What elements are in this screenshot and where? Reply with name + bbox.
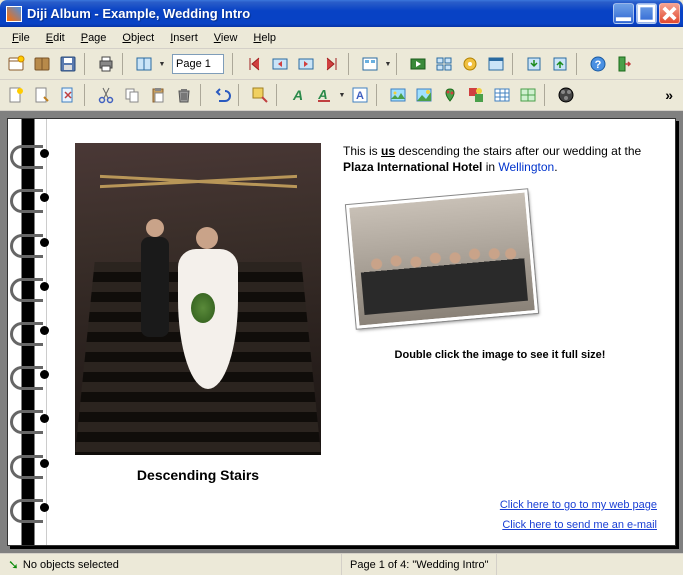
- group-photo[interactable]: [346, 190, 538, 329]
- email-link[interactable]: Click here to send me an e-mail: [343, 519, 657, 531]
- trash-button[interactable]: [172, 83, 196, 107]
- save-button[interactable]: [56, 52, 80, 76]
- goto-page-button[interactable]: [132, 52, 156, 76]
- titlebar: Diji Album - Example, Wedding Intro: [0, 0, 683, 27]
- toolbar-objects: A A ▼ A »: [0, 80, 683, 111]
- prev-page-button[interactable]: [268, 52, 292, 76]
- upload-button[interactable]: [548, 52, 572, 76]
- toolbar-overflow-icon[interactable]: »: [659, 87, 679, 103]
- menu-help[interactable]: Help: [245, 30, 284, 46]
- svg-text:A: A: [356, 90, 364, 102]
- thumbnails-button[interactable]: [432, 52, 456, 76]
- exit-button[interactable]: [612, 52, 636, 76]
- paste-button[interactable]: [146, 83, 170, 107]
- object-props-button[interactable]: [248, 83, 272, 107]
- maximize-button[interactable]: [636, 3, 657, 24]
- cut-button[interactable]: [94, 83, 118, 107]
- minimize-button[interactable]: [613, 3, 634, 24]
- web-page-link[interactable]: Click here to go to my web page: [343, 499, 657, 511]
- window-title: Diji Album - Example, Wedding Intro: [27, 6, 613, 21]
- page-layout-button[interactable]: [358, 52, 382, 76]
- svg-text:?: ?: [595, 59, 602, 71]
- photo-caption: Descending Stairs: [137, 467, 259, 483]
- open-album-button[interactable]: [30, 52, 54, 76]
- menu-view[interactable]: View: [206, 30, 246, 46]
- text-color-dropdown[interactable]: ▼: [338, 92, 346, 99]
- page-content: Descending Stairs This is us descending …: [46, 119, 675, 545]
- text-color-button[interactable]: A: [312, 83, 336, 107]
- menu-edit[interactable]: Edit: [38, 30, 73, 46]
- page-layout-dropdown[interactable]: ▼: [384, 61, 392, 68]
- text-format-a-button[interactable]: A: [286, 83, 310, 107]
- status-objects: No objects selected: [23, 559, 119, 571]
- insert-scenery-button[interactable]: [412, 83, 436, 107]
- page-number-input[interactable]: [172, 54, 224, 74]
- delete-page-button[interactable]: [56, 83, 80, 107]
- insert-shape-button[interactable]: [464, 83, 488, 107]
- fullscreen-button[interactable]: [484, 52, 508, 76]
- first-page-button[interactable]: [242, 52, 266, 76]
- close-button[interactable]: [659, 3, 680, 24]
- insert-video-button[interactable]: [554, 83, 578, 107]
- slideshow-button[interactable]: [406, 52, 430, 76]
- undo-button[interactable]: [210, 83, 234, 107]
- text-box-button[interactable]: A: [348, 83, 372, 107]
- statusbar: ➘ No objects selected Page 1 of 4: "Wedd…: [0, 553, 683, 575]
- insert-clipart-button[interactable]: [438, 83, 462, 107]
- status-page: Page 1 of 4: "Wedding Intro": [342, 554, 497, 575]
- main-photo[interactable]: [75, 143, 321, 455]
- menu-object[interactable]: Object: [114, 30, 162, 46]
- goto-page-dropdown[interactable]: ▼: [158, 61, 166, 68]
- menu-file[interactable]: File: [4, 30, 38, 46]
- last-page-button[interactable]: [320, 52, 344, 76]
- hint-text: Double click the image to see it full si…: [343, 349, 657, 361]
- page-props-button[interactable]: [30, 83, 54, 107]
- new-page-button[interactable]: [4, 83, 28, 107]
- insert-table-button[interactable]: [490, 83, 514, 107]
- insert-grid-button[interactable]: [516, 83, 540, 107]
- description-text: This is us descending the stairs after o…: [343, 143, 657, 175]
- menu-page[interactable]: Page: [73, 30, 115, 46]
- work-area: Descending Stairs This is us descending …: [0, 111, 683, 553]
- help-button[interactable]: ?: [586, 52, 610, 76]
- next-page-button[interactable]: [294, 52, 318, 76]
- album-page[interactable]: Descending Stairs This is us descending …: [7, 118, 676, 546]
- copy-button[interactable]: [120, 83, 144, 107]
- insert-image-button[interactable]: [386, 83, 410, 107]
- svg-text:A: A: [317, 87, 327, 102]
- location-link[interactable]: Wellington: [498, 160, 554, 174]
- menu-insert[interactable]: Insert: [162, 30, 206, 46]
- spiral-binding: [8, 119, 46, 545]
- svg-text:A: A: [292, 87, 303, 103]
- export-button[interactable]: [522, 52, 546, 76]
- toolbar-main: ▼ ▼ ?: [0, 49, 683, 80]
- menubar: File Edit Page Object Insert View Help: [0, 27, 683, 49]
- status-arrow-icon: ➘: [8, 557, 19, 573]
- new-album-button[interactable]: [4, 52, 28, 76]
- app-icon: [6, 6, 22, 22]
- print-button[interactable]: [94, 52, 118, 76]
- options-button[interactable]: [458, 52, 482, 76]
